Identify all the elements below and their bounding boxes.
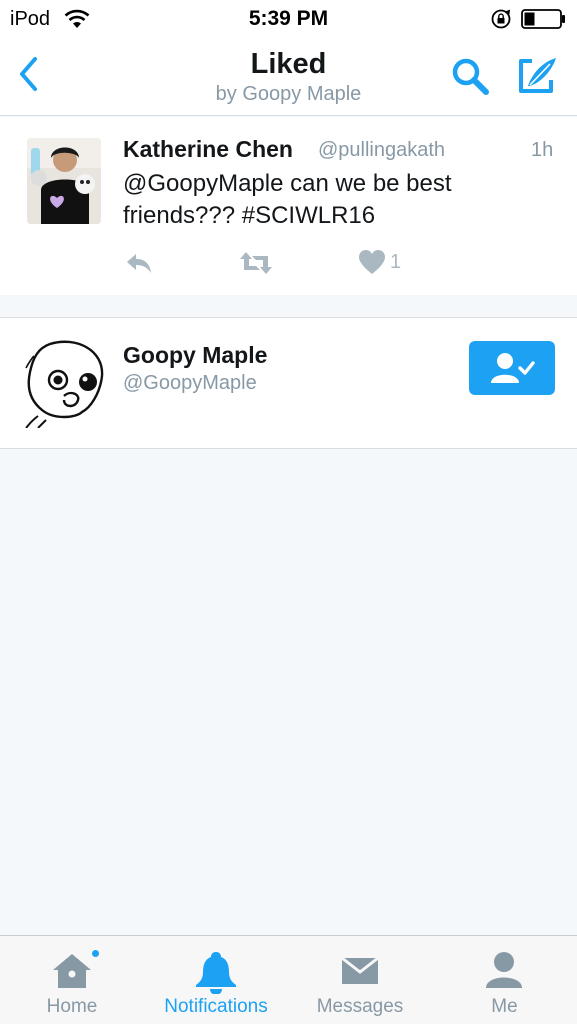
tab-notifications[interactable]: Notifications — [144, 936, 288, 1024]
following-button[interactable] — [469, 341, 555, 395]
status-bar: iPod 5:39 PM — [0, 0, 577, 40]
like-count: 1 — [390, 251, 402, 273]
home-icon — [53, 954, 91, 988]
envelope-icon — [341, 956, 379, 984]
retweet-icon[interactable] — [238, 250, 274, 276]
tweet-card[interactable]: Katherine Chen @pullingakath 1h @GoopyMa… — [0, 117, 577, 295]
home-notification-dot — [90, 948, 101, 959]
heart-icon[interactable] — [358, 249, 386, 275]
user-handle[interactable]: @GoopyMaple — [123, 372, 257, 395]
tab-me[interactable]: Me — [432, 936, 577, 1024]
tweet-text[interactable]: @GoopyMaple can we be best friends??? #S… — [123, 168, 563, 232]
nav-bar: Liked by Goopy Maple — [0, 40, 577, 116]
battery-icon — [521, 9, 565, 29]
tweet-author-handle[interactable]: @pullingakath — [318, 139, 445, 162]
user-avatar[interactable] — [24, 338, 108, 428]
tab-label-me: Me — [491, 996, 518, 1017]
tweet-author-name[interactable]: Katherine Chen — [123, 136, 293, 163]
tweet-avatar[interactable] — [27, 138, 101, 224]
tab-bar: Home Notifications Messages Me — [0, 935, 577, 1024]
tab-label-notifications: Notifications — [164, 996, 268, 1017]
tab-label-messages: Messages — [316, 996, 404, 1017]
following-person-check-icon — [491, 353, 535, 383]
tab-messages[interactable]: Messages — [288, 936, 432, 1024]
tab-label-home: Home — [46, 996, 98, 1017]
person-icon — [486, 952, 522, 988]
user-card[interactable]: Goopy Maple @GoopyMaple — [0, 317, 577, 449]
tab-home[interactable]: Home — [0, 936, 144, 1024]
user-name[interactable]: Goopy Maple — [123, 342, 267, 369]
compose-tweet-icon[interactable] — [514, 52, 560, 98]
bell-icon — [196, 952, 236, 994]
reply-icon[interactable] — [124, 250, 154, 276]
search-icon[interactable] — [448, 54, 492, 98]
rotation-lock-icon — [491, 9, 511, 29]
tweet-timestamp: 1h — [531, 139, 554, 161]
